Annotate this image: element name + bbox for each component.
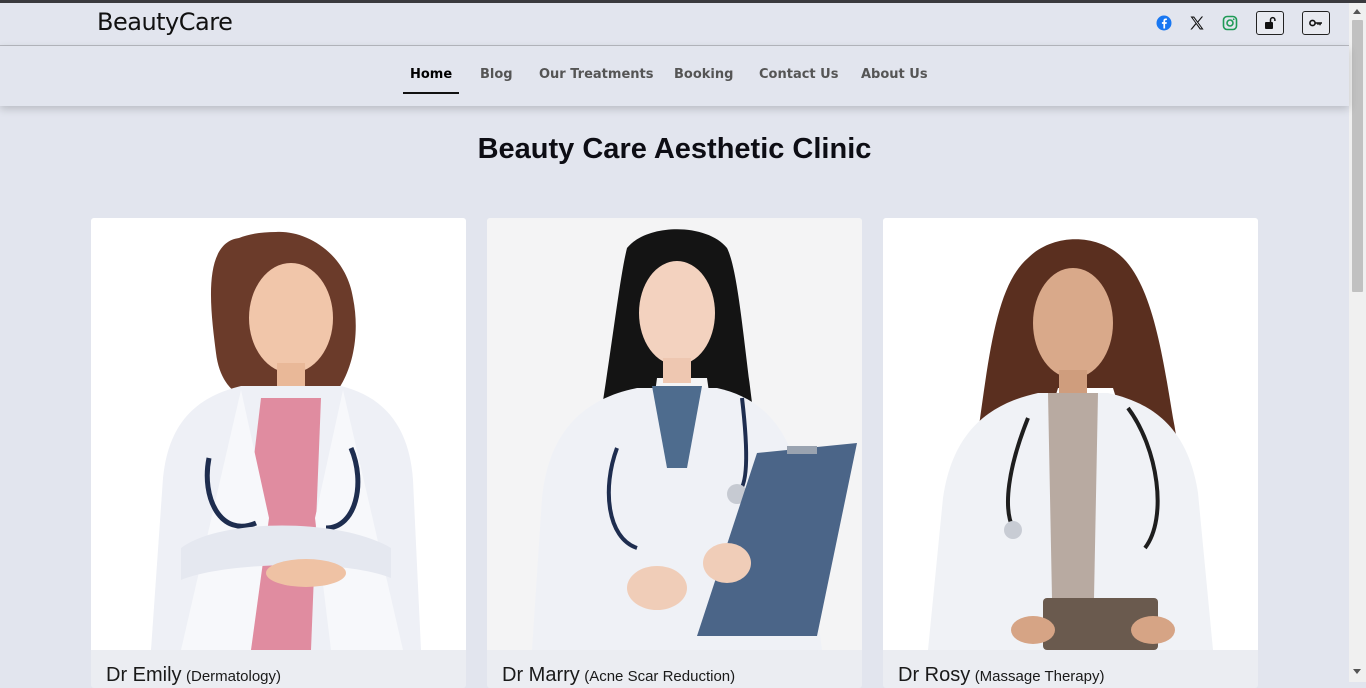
doctor-caption: Dr Rosy (Massage Therapy) [898, 664, 1104, 687]
unlock-button[interactable] [1256, 11, 1284, 35]
doctor-specialty: (Acne Scar Reduction) [584, 668, 736, 685]
nav-blog[interactable]: Blog [480, 67, 513, 82]
doctor-photo [91, 218, 466, 650]
vertical-scrollbar[interactable] [1349, 3, 1366, 682]
scrollbar-thumb[interactable] [1352, 20, 1363, 292]
doctor-name: Dr Rosy [898, 664, 971, 686]
doctor-name: Dr Emily [106, 664, 182, 686]
brand-logo[interactable]: BeautyCare [97, 8, 233, 36]
nav-our-treatments[interactable]: Our Treatments [539, 67, 653, 82]
doctor-card[interactable]: Dr Marry (Acne Scar Reduction) [487, 218, 862, 688]
doctor-caption: Dr Emily (Dermatology) [106, 664, 281, 687]
active-nav-indicator [403, 92, 459, 94]
doctor-specialty: (Massage Therapy) [974, 668, 1105, 685]
doctor-photo [487, 218, 862, 650]
doctor-photo [883, 218, 1258, 650]
nav-home[interactable]: Home [410, 67, 452, 82]
main-navigation: Home Blog Our Treatments Booking Contact… [0, 46, 1349, 106]
key-button[interactable] [1302, 11, 1330, 35]
unlock-icon [1265, 16, 1276, 29]
page-title: Beauty Care Aesthetic Clinic [477, 133, 872, 165]
facebook-icon[interactable] [1156, 15, 1172, 31]
instagram-icon[interactable] [1222, 15, 1238, 31]
top-bar: BeautyCare [0, 3, 1349, 46]
x-twitter-icon[interactable] [1189, 15, 1205, 31]
doctor-card[interactable]: Dr Rosy (Massage Therapy) [883, 218, 1258, 688]
scroll-down-arrow-icon[interactable] [1353, 669, 1361, 674]
scroll-up-arrow-icon[interactable] [1353, 9, 1361, 14]
doctor-caption: Dr Marry (Acne Scar Reduction) [502, 664, 735, 687]
key-icon [1309, 19, 1322, 27]
doctor-card[interactable]: Dr Emily (Dermatology) [91, 218, 466, 688]
nav-about-us[interactable]: About Us [861, 67, 928, 82]
nav-contact-us[interactable]: Contact Us [759, 67, 838, 82]
nav-booking[interactable]: Booking [674, 67, 733, 82]
doctor-specialty: (Dermatology) [186, 668, 282, 685]
doctor-name: Dr Marry [502, 664, 580, 686]
